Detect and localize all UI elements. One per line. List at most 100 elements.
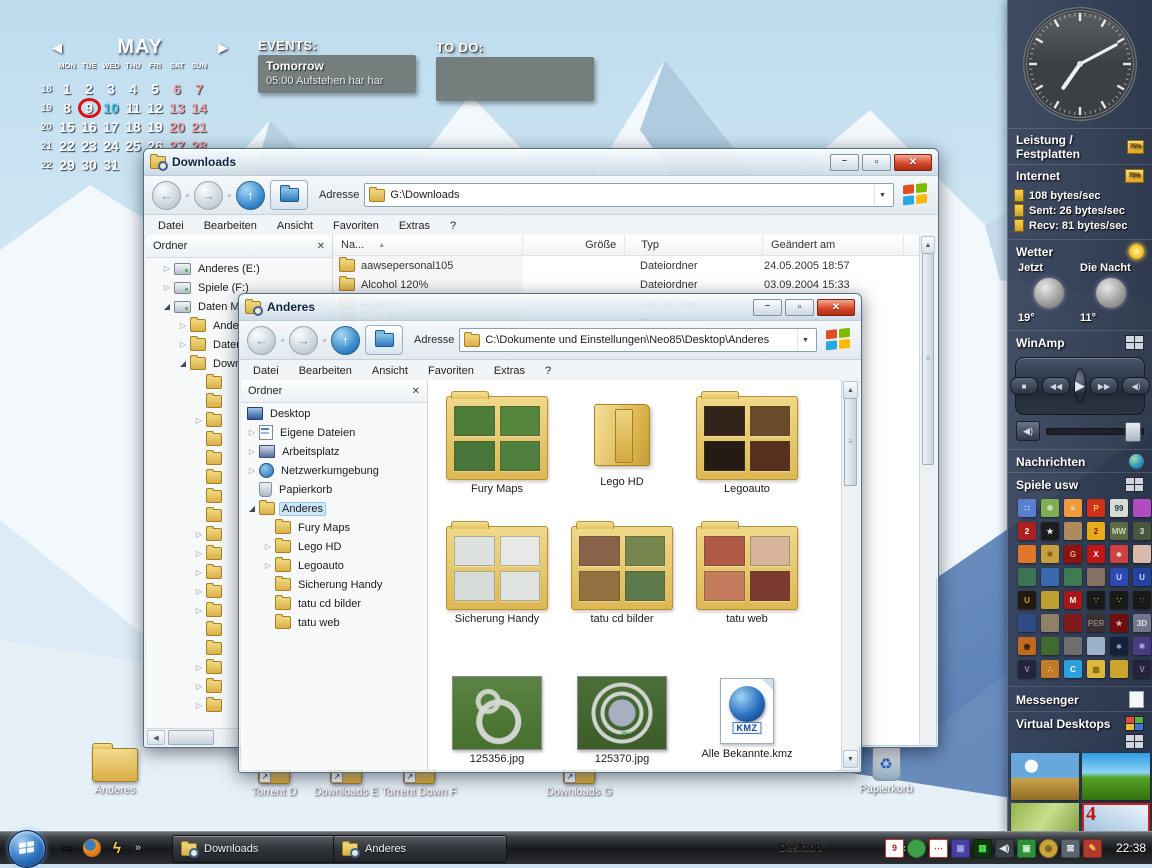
menu-item[interactable]: Bearbeiten	[204, 220, 257, 232]
scrollbar-thumb[interactable]	[844, 398, 857, 486]
calendar-day[interactable]: 30	[78, 156, 100, 175]
game-shortcut-icon[interactable]: ∗	[1110, 637, 1128, 655]
file-item-label[interactable]: 125356.jpg	[435, 753, 559, 765]
tree-item[interactable]: Papierkorb	[241, 480, 427, 499]
minimize-button[interactable]	[753, 299, 782, 316]
column-header-size[interactable]: Größe	[523, 235, 625, 255]
menu-item[interactable]: Datei	[158, 220, 184, 232]
menu-item[interactable]: Ansicht	[277, 220, 313, 232]
tray-graphics-icon[interactable]: ✎	[1083, 839, 1102, 858]
firefox-icon[interactable]	[83, 839, 101, 857]
taskbar-clock[interactable]: 22:38	[1116, 841, 1146, 855]
previous-button[interactable]: ◀◀	[1042, 377, 1070, 395]
game-shortcut-icon[interactable]	[1064, 614, 1082, 632]
expand-icon[interactable]: ▷	[192, 663, 206, 672]
game-shortcut-icon[interactable]: U	[1018, 591, 1036, 609]
expand-icon[interactable]: ▷	[261, 561, 275, 570]
game-shortcut-icon[interactable]	[1018, 545, 1036, 563]
tree-item-label[interactable]: tatu cd bilder	[295, 597, 364, 611]
folders-button[interactable]	[365, 325, 403, 355]
stop-button[interactable]: ■	[1010, 377, 1038, 395]
tree-item[interactable]: ▷Legoauto	[241, 556, 427, 575]
window-anderes[interactable]: Anderes Adresse C:\Dokumente und Einstel…	[238, 293, 862, 773]
column-header-name[interactable]: Na...	[333, 235, 523, 255]
scroll-left-icon[interactable]	[147, 730, 165, 745]
menu-item[interactable]: Bearbeiten	[299, 365, 352, 377]
tree-item-label[interactable]	[226, 420, 232, 422]
tree-item-label[interactable]: Desktop	[267, 407, 313, 421]
game-shortcut-icon[interactable]: G	[1064, 545, 1082, 563]
calendar-day[interactable]: 5	[144, 80, 166, 99]
calendar-day[interactable]: 23	[78, 137, 100, 156]
calendar-day[interactable]: 20	[166, 118, 188, 137]
calendar-day[interactable]: 29	[56, 156, 78, 175]
tray-volume-icon[interactable]: ◀)	[995, 839, 1014, 858]
calendar-day[interactable]: 24	[100, 137, 122, 156]
calendar-next-icon[interactable]: ▶	[218, 40, 228, 56]
tree-item[interactable]: Sicherung Handy	[241, 575, 427, 594]
messenger-header[interactable]: Messenger	[1016, 693, 1079, 707]
winamp-header[interactable]: WinAmp	[1016, 336, 1065, 350]
toolbar-chevron-icon[interactable]: »	[828, 842, 834, 854]
show-desktop-icon[interactable]: ▭	[58, 839, 76, 857]
expand-icon[interactable]: ▷	[192, 701, 206, 710]
tree-item[interactable]: tatu cd bilder	[241, 594, 427, 613]
game-shortcut-icon[interactable]: MW	[1110, 522, 1128, 540]
game-shortcut-icon[interactable]: ◉	[1018, 637, 1036, 655]
calendar-day[interactable]: 4	[122, 80, 144, 99]
game-shortcut-icon[interactable]: ∴	[1041, 660, 1059, 678]
next-button[interactable]: ▶▶	[1090, 377, 1118, 395]
tree-item[interactable]: Desktop	[241, 404, 427, 423]
vertical-scrollbar[interactable]	[919, 235, 936, 745]
file-row[interactable]: aawsepersonal105Dateiordner24.05.2005 18…	[333, 256, 920, 275]
file-item-label[interactable]: Lego HD	[560, 476, 684, 488]
game-shortcut-icon[interactable]: ∵	[1110, 591, 1128, 609]
tree-item-label[interactable]: Papierkorb	[276, 483, 335, 497]
tray-cd-player-icon[interactable]: ◉	[1039, 839, 1058, 858]
expand-icon[interactable]: ▷	[160, 283, 174, 292]
tree-item-label[interactable]: Arbeitsplatz	[279, 445, 342, 459]
tree-item-label[interactable]: Sicherung Handy	[295, 578, 385, 592]
column-header-type[interactable]: Typ	[625, 235, 763, 255]
game-shortcut-icon[interactable]: ※	[1041, 499, 1059, 517]
game-shortcut-icon[interactable]	[1133, 499, 1151, 517]
game-shortcut-icon[interactable]	[1064, 568, 1082, 586]
game-shortcut-icon[interactable]: ∗	[1110, 545, 1128, 563]
tree-item-label[interactable]	[226, 686, 232, 688]
menu-item[interactable]: Ansicht	[372, 365, 408, 377]
expand-icon[interactable]: ▷	[192, 587, 206, 596]
tree-item-label[interactable]: Fury Maps	[295, 521, 353, 535]
mute-button[interactable]: ◀)	[1122, 377, 1150, 395]
tree-item-label[interactable]: Anderes (E:)	[195, 262, 263, 276]
expand-icon[interactable]: ▷	[192, 682, 206, 691]
collapse-icon[interactable]: ◢	[160, 302, 174, 311]
calendar-day[interactable]: 13	[166, 99, 188, 118]
menu-item[interactable]: Extras	[399, 220, 430, 232]
calendar-day[interactable]	[122, 156, 144, 175]
menu-item[interactable]: Favoriten	[333, 220, 379, 232]
game-shortcut-icon[interactable]: ✳	[1133, 637, 1151, 655]
calendar-day[interactable]: 9	[78, 99, 100, 118]
tree-item-label[interactable]	[226, 439, 232, 441]
expand-icon[interactable]: ▷	[160, 264, 174, 273]
calendar-prev-icon[interactable]: ◀	[52, 40, 62, 56]
game-shortcut-icon[interactable]: PER	[1087, 614, 1105, 632]
expand-icon[interactable]: ▷	[245, 447, 259, 456]
tree-item-label[interactable]	[226, 610, 232, 612]
game-shortcut-icon[interactable]: U	[1133, 568, 1151, 586]
menu-item[interactable]: Favoriten	[428, 365, 474, 377]
calendar-day[interactable]: 6	[166, 80, 188, 99]
address-bar[interactable]: G:\Downloads	[364, 183, 894, 207]
file-item[interactable]: tatu web	[685, 526, 809, 625]
forward-button[interactable]	[289, 326, 318, 355]
volume-thumb[interactable]	[1125, 422, 1141, 442]
virtual-desktop-wheat-field[interactable]	[1011, 753, 1079, 800]
task-button-anderes[interactable]: Anderes	[333, 835, 507, 863]
game-shortcut-icon[interactable]: X	[1087, 545, 1105, 563]
calendar-day[interactable]: 7	[188, 80, 210, 99]
back-button[interactable]	[247, 326, 276, 355]
titlebar[interactable]: Downloads	[144, 149, 938, 176]
game-shortcut-icon[interactable]: 3	[1133, 522, 1151, 540]
desktop-toolbar-label[interactable]: Desktop	[778, 842, 821, 854]
virtual-desktop-green-hill[interactable]	[1082, 753, 1150, 800]
